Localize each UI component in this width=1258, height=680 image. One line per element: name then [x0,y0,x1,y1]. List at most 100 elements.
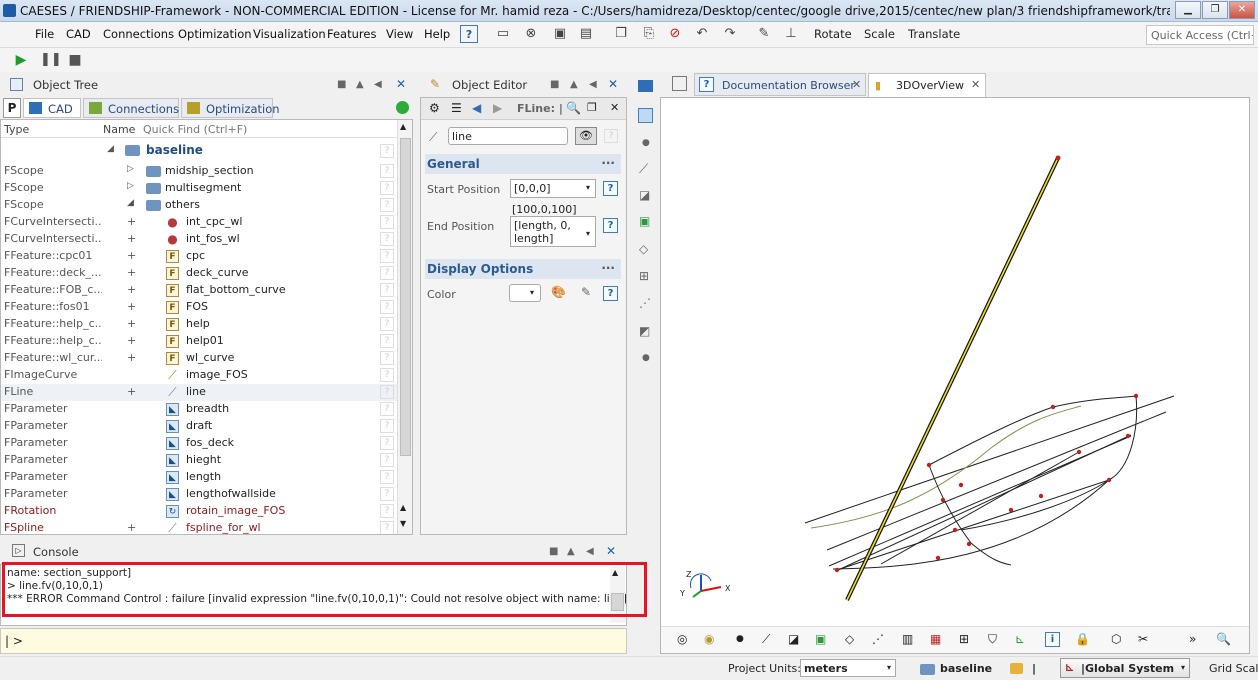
menu-file[interactable]: File [35,27,54,41]
start-position-input[interactable]: [0,0,0] [510,179,596,198]
expand-icon[interactable]: + [127,232,136,245]
units-select[interactable]: meters ▾ [800,659,896,677]
menu-connections[interactable]: Connections [103,27,174,41]
end-position-input[interactable]: [length, 0, length] [510,216,596,247]
tree-row[interactable]: FScope ◢ others? [1,197,397,214]
tree-row[interactable]: FFeature::help_c... + Fhelp? [1,316,397,333]
edit-icon[interactable]: ✎ [755,25,773,43]
plane-icon[interactable]: ◇ [845,632,854,646]
lock-icon[interactable]: 🔒 [1075,632,1090,646]
tools-icon[interactable]: ✂ [1138,632,1148,646]
undo-icon[interactable]: ↶ [693,25,711,43]
help-icon[interactable]: ? [380,215,394,229]
dots-icon[interactable]: ⋰ [639,296,651,310]
stop-icon[interactable]: ⊗ [522,25,540,43]
menu-visualization[interactable]: Visualization [253,27,326,41]
dots-icon[interactable]: ⋰ [872,632,884,646]
sphere-icon[interactable]: ◉ [704,632,714,646]
help-icon[interactable]: ? [380,317,394,331]
panel-close-icon[interactable]: ✕ [396,77,406,91]
expand-icon[interactable]: + [127,266,136,279]
scale-button[interactable]: Scale [864,27,895,41]
panel-close-icon[interactable]: ✕ [608,77,618,91]
dropdown-arrow-icon[interactable]: ▾ [586,183,590,192]
tree-row[interactable]: FImageCurve ⟋ image_FOS? [1,367,397,384]
scroll-down-icon[interactable]: ▼ [400,519,406,528]
small-point-icon[interactable]: ● [642,353,650,363]
coordinate-system-select[interactable]: ⊾ |Global System ▾ [1060,658,1190,678]
expand-icon[interactable]: + [127,300,136,313]
surface-icon[interactable]: ◪ [788,632,799,646]
color-picker[interactable]: ▾ [509,284,541,302]
tree-row[interactable]: FCurveIntersecti... + ● int_cpc_wl? [1,214,397,231]
grid-icon[interactable]: ⊞ [959,632,969,646]
panel-left-icon[interactable]: ◀ [586,546,594,557]
collapse-icon[interactable]: ◢ [107,144,114,154]
cube-icon[interactable]: ⬡ [1111,632,1121,646]
help-icon[interactable]: ? [604,129,618,143]
green-surface-icon[interactable]: ▣ [815,632,826,646]
tree-row[interactable]: FSpline + ⟋ fspline_for_wl? [1,520,397,534]
save-as-icon[interactable]: ▤ [577,25,595,43]
list-icon[interactable]: ☰ [451,101,462,115]
panel-close-icon[interactable]: ✕ [606,544,616,558]
stop-square-icon[interactable]: ■ [66,51,84,69]
help-icon[interactable]: ? [603,286,618,301]
help-icon[interactable]: ? [380,198,394,212]
menu-optimization[interactable]: Optimization [178,27,252,41]
tree-row[interactable]: FParameter ◣ breadth? [1,401,397,418]
rotate-button[interactable]: Rotate [814,27,852,41]
tree-row[interactable]: FParameter ◣ hieght? [1,452,397,469]
expand-icon[interactable]: + [127,215,136,228]
back-icon[interactable]: ◀ [472,101,481,115]
tree-row[interactable]: FParameter ◣ lengthofwallside? [1,486,397,503]
help-icon[interactable]: ? [380,266,394,280]
scope-label[interactable]: baseline [940,662,992,675]
help-icon[interactable]: ? [380,181,394,195]
expand-icon[interactable]: + [127,317,136,330]
col-name[interactable]: Name [103,123,135,136]
help-icon[interactable]: ? [380,402,394,416]
tree-row[interactable]: FFeature::FOB_c... + Fflat_bottom_curve? [1,282,397,299]
tree-row[interactable]: FCurveIntersecti... + ● int_fos_wl? [1,231,397,248]
help-icon[interactable]: ? [380,368,394,382]
help-icon[interactable]: ? [380,232,394,246]
minimize-button[interactable]: ▁ [1175,1,1201,19]
plane-icon[interactable]: ◇ [639,242,648,256]
delete-icon[interactable]: ⊘ [666,25,684,43]
help-icon[interactable]: ? [603,181,618,196]
point-tool-icon[interactable]: ◎ [677,632,687,646]
expand-icon[interactable]: + [127,283,136,296]
scroll-thumb[interactable] [400,138,411,456]
expand-icon[interactable]: ◢ [127,198,134,208]
curve-icon[interactable]: ⟋ [639,162,648,177]
shield-icon[interactable]: ⛉ [988,632,997,647]
expand-icon[interactable]: ▷ [127,181,134,191]
tree-row[interactable]: FLine + ⟋ line? [1,384,397,401]
tab-connections[interactable]: Connections [83,98,179,118]
grid-icon[interactable]: ⊞ [639,269,649,283]
quick-find-input[interactable]: Quick Find (Ctrl+F) [143,123,247,136]
panel-up-icon[interactable]: ▲ [356,79,364,90]
layout-icon[interactable] [672,76,687,91]
scroll-up-icon[interactable]: ▲ [400,122,406,131]
green-surface-icon[interactable]: ▣ [639,214,650,228]
palette-icon[interactable]: 🎨 [551,285,566,299]
expand-icon[interactable]: + [127,249,136,262]
expand-icon[interactable]: + [127,351,136,364]
select-icon[interactable] [638,108,653,123]
dot-icon[interactable]: ● [736,634,744,644]
tool-icon[interactable]: ⚙ [429,101,440,115]
solid-icon[interactable]: ◩ [639,324,650,338]
filter-icon[interactable]: ▦ [930,632,941,646]
col-type[interactable]: Type [4,123,29,136]
pause-icon[interactable]: ❚❚ [40,51,62,69]
help-icon[interactable]: ? [380,144,394,158]
quick-access-input[interactable]: Quick Access (Ctrl+Q) [1146,25,1254,45]
help-icon[interactable]: ? [380,283,394,297]
copy-icon[interactable]: ❐ [612,25,630,43]
help-icon[interactable]: ? [380,334,394,348]
help-icon[interactable]: ? [380,436,394,450]
pin-icon[interactable]: P [3,98,21,118]
help-icon[interactable]: ? [380,487,394,501]
